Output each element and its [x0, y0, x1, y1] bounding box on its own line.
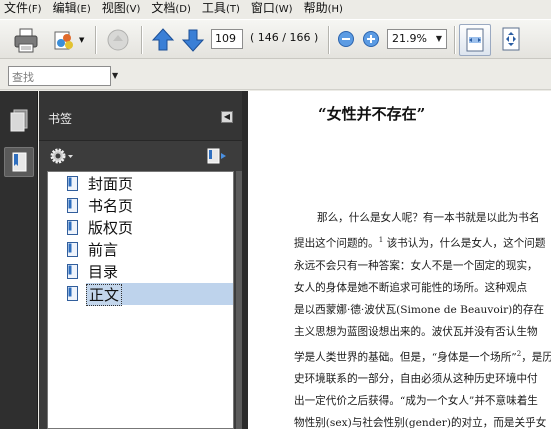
bookmarks-panel: 书签 ◀ 封面页 书名页 版权页 前言 目录 正文: [39, 91, 242, 429]
zoom-out-button[interactable]: [337, 30, 355, 48]
menu-view[interactable]: 视图(V): [102, 0, 141, 19]
menu-tools-key: (T): [225, 4, 240, 15]
fit-width-icon: [466, 28, 484, 52]
menu-help-label: 帮助: [303, 1, 328, 15]
menu-document-label: 文档: [151, 1, 176, 15]
print-button[interactable]: [12, 26, 40, 54]
menu-window-label: 窗口: [250, 1, 275, 15]
collaborate-dropdown-icon[interactable]: ▼: [79, 36, 87, 44]
bookmark-item[interactable]: 封面页: [48, 173, 233, 195]
text-line: 是以西蒙娜·德·波伏瓦(Simone de Beauvoir)的存在: [294, 303, 545, 316]
bookmarks-title: 书签: [48, 112, 73, 126]
expand-bookmark-button[interactable]: [204, 147, 230, 165]
collaborate-button[interactable]: [50, 26, 78, 54]
text-line: 提出这个问题的。1 该书认为，什么是女人，这个问题: [294, 229, 551, 255]
zoom-in-button[interactable]: [362, 30, 380, 48]
bookmark-page-icon: [67, 264, 78, 279]
bookmark-page-icon: [67, 176, 78, 191]
text-line: 物性别(sex)与社会性别(gender)的对立，而是关乎女: [294, 417, 547, 429]
bookmark-page-icon: [67, 286, 78, 301]
menu-edit[interactable]: 编辑(E): [53, 0, 91, 19]
menu-bar: 文件(F) 编辑(E) 视图(V) 文档(D) 工具(T) 窗口(W) 帮助(H…: [0, 0, 551, 18]
zoom-in-icon: [363, 31, 379, 47]
text-fragment: 提出这个问题的。: [294, 237, 379, 250]
menu-document-key: (D): [175, 4, 191, 15]
gear-icon: [50, 148, 73, 164]
bookmark-expand-icon: [207, 148, 226, 164]
bookmark-page-icon: [67, 198, 78, 213]
toolbar: ▼ 109 ( 146 / 166 ) 21.9% ▼: [0, 19, 551, 59]
bookmark-item[interactable]: 目录: [48, 261, 233, 283]
bookmarks-icon: [12, 152, 27, 172]
menu-file-label: 文件: [4, 1, 29, 15]
collaborate-icon: [54, 31, 73, 50]
menu-help-key: (H): [327, 4, 343, 15]
menu-view-label: 视图: [101, 1, 126, 15]
menu-edit-label: 编辑: [52, 1, 77, 15]
menu-tools[interactable]: 工具(T): [202, 0, 240, 19]
text-fragment: 该书认为，什么是女人，这个问题: [383, 237, 546, 250]
fit-page-icon: [502, 27, 520, 51]
printer-icon: [14, 28, 38, 53]
menu-tools-label: 工具: [201, 1, 226, 15]
select-tool-button[interactable]: [104, 26, 132, 54]
search-input[interactable]: 查找: [8, 66, 111, 86]
bookmark-label: 版权页: [88, 219, 134, 237]
document-view[interactable]: “女性并不存在” 那么，什么是女人呢？有一本书就是以此为书名 提出这个问题的。1…: [248, 91, 551, 429]
menu-help[interactable]: 帮助(H): [304, 0, 343, 19]
bookmarks-panel-button[interactable]: [4, 147, 34, 177]
menu-file[interactable]: 文件(F): [4, 0, 42, 19]
arrow-down-icon: [181, 29, 205, 52]
bookmark-item[interactable]: 前言: [48, 239, 233, 261]
bookmark-label: 前言: [88, 241, 119, 259]
search-bar: 查找 ▼: [0, 60, 551, 90]
text-line: 那么，什么是女人呢？有一本书就是以此为书名: [317, 212, 540, 224]
collapse-panel-button[interactable]: ◀: [221, 111, 233, 123]
text-line: 主义思想为蓝图设想出来的。波伏瓦并没有否认生物: [294, 325, 538, 338]
bookmark-list: 封面页 书名页 版权页 前言 目录 正文: [47, 171, 234, 429]
hand-tool-icon: [107, 29, 129, 51]
menu-file-key: (F): [28, 4, 42, 15]
text-line: 女人的身体是她不断追求可能性的场所。这种观点: [294, 281, 528, 294]
chapter-title: “女性并不存在”: [318, 105, 426, 123]
menu-document[interactable]: 文档(D): [151, 0, 191, 19]
search-dropdown-icon[interactable]: ▼: [112, 66, 122, 86]
body-paragraph: 那么，什么是女人呢？有一本书就是以此为书名 提出这个问题的。1 该书认为，什么是…: [294, 207, 551, 429]
bookmarks-header: 书签 ◀: [39, 91, 242, 141]
options-button[interactable]: [49, 147, 75, 165]
menu-window[interactable]: 窗口(W): [251, 0, 293, 19]
page-count: ( 146 / 166 ): [250, 31, 319, 44]
bookmark-item[interactable]: 书名页: [48, 195, 233, 217]
navigation-strip: [0, 91, 38, 429]
fit-page-button[interactable]: [496, 24, 528, 56]
text-line: 学是人类世界的基础。但是，“身体是一个场所”2，是历: [294, 343, 551, 369]
text-line: 永远不会只有一种答案：女人不是一个固定的现实，: [294, 259, 538, 272]
page-number-input[interactable]: 109: [211, 29, 243, 49]
menu-edit-key: (E): [76, 4, 91, 15]
bookmark-item[interactable]: 版权页: [48, 217, 233, 239]
zoom-dropdown-icon[interactable]: ▼: [432, 30, 446, 48]
text-fragment: ，是历: [521, 351, 551, 364]
next-page-button[interactable]: [181, 27, 205, 53]
menu-view-key: (V): [125, 4, 141, 15]
previous-page-button[interactable]: [151, 27, 175, 53]
text-line: 出一定代价之后获得。“成为一个女人”并不意味着生: [294, 395, 538, 408]
bookmark-item-selected[interactable]: 正文: [48, 283, 233, 306]
zoom-out-icon: [338, 31, 354, 47]
arrow-up-icon: [151, 28, 175, 51]
bookmark-label: 封面页: [88, 175, 134, 193]
text-fragment: 学是人类世界的基础。但是，“身体是一个场所”: [294, 351, 517, 364]
text-line: 史环境联系的一部分，自由必须从这种历史环境中付: [294, 373, 538, 386]
bookmark-page-icon: [67, 220, 78, 235]
bookmark-label: 目录: [88, 263, 119, 281]
pages-icon: [10, 109, 28, 132]
menu-window-key: (W): [274, 4, 293, 15]
bookmark-label: 正文: [86, 284, 123, 306]
fit-width-button[interactable]: [459, 24, 491, 56]
pages-panel-button[interactable]: [4, 105, 34, 135]
bookmarks-toolbar: [39, 142, 242, 170]
bookmark-page-icon: [67, 242, 78, 257]
bookmark-label: 书名页: [88, 197, 134, 215]
